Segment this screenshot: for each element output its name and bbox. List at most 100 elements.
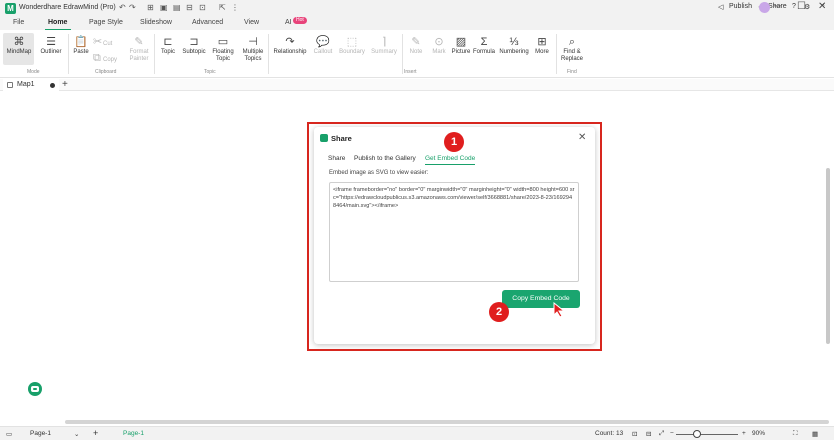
sigma-icon: Σ (480, 36, 488, 48)
publish-icon[interactable]: ◁ (718, 3, 723, 11)
add-page-button[interactable]: + (93, 428, 98, 438)
find-replace-button[interactable]: ⌕ Find & Replace (558, 36, 586, 63)
tab-home[interactable]: Home (48, 19, 67, 26)
numbering-icon: ⅓ (509, 36, 519, 48)
zoom-level[interactable]: 90% (752, 430, 765, 437)
tab-slideshow[interactable]: Slideshow (140, 19, 172, 26)
group-label-topic: Topic (204, 69, 216, 75)
print-icon[interactable]: ⊟ (186, 3, 193, 12)
open-file-icon[interactable]: ▣ (160, 3, 168, 12)
menu-tabs: File Home Page Style Slideshow Advanced … (0, 17, 834, 30)
mouse-cursor-icon (553, 302, 566, 318)
ribbon-divider (154, 34, 155, 74)
document-tabs: Map1 + (0, 79, 834, 91)
multiple-topics-icon: ⊣ (248, 36, 258, 48)
copy-button[interactable]: ⧉ Copy (93, 52, 123, 65)
topic-button[interactable]: ⊏ Topic (157, 36, 179, 56)
step-marker-2: 2 (489, 302, 509, 322)
app-logo: M (5, 3, 16, 14)
user-avatar[interactable] (759, 2, 770, 13)
fullscreen-icon[interactable]: ⤢ (659, 430, 664, 438)
zoom-slider-handle[interactable] (693, 430, 701, 438)
outliner-button[interactable]: ☰ Outliner (36, 36, 66, 56)
unsaved-dot-icon (50, 83, 55, 88)
step-marker-1: 1 (444, 132, 464, 152)
sidebar-toggle-icon[interactable]: ▦ (812, 430, 818, 438)
fit-page-icon[interactable]: ⊡ (632, 430, 637, 438)
more-quick-access-icon[interactable]: ⋮ (231, 3, 239, 12)
app-title: Wonderdhare EdrawMind (Pro) (19, 4, 116, 11)
group-label-clipboard: Clipboard (95, 69, 117, 75)
share-file-icon[interactable]: ⇱ (219, 3, 226, 12)
formula-button[interactable]: Σ Formula (472, 36, 496, 56)
minimize-icon[interactable]: ─ (774, 1, 781, 12)
callout-button[interactable]: 💬 Callout (311, 36, 335, 56)
numbering-button[interactable]: ⅓ Numbering (497, 36, 531, 56)
group-label-mode: Mode (27, 69, 40, 75)
panel-toggle-icon[interactable]: ▭ (6, 430, 12, 438)
document-icon (7, 82, 13, 88)
ai-assistant-float-icon[interactable] (28, 382, 42, 396)
topic-count: Count: 13 (595, 430, 624, 437)
tab-file[interactable]: File (13, 19, 24, 26)
paste-button[interactable]: 📋 Paste (71, 36, 91, 56)
note-button[interactable]: ✎ Note (405, 36, 427, 56)
boundary-icon: ⬚ (346, 36, 358, 48)
mark-icon: ⊙ (434, 36, 444, 48)
mark-button[interactable]: ⊙ Mark (428, 36, 450, 56)
title-bar: M Wonderdhare EdrawMind (Pro) ↶ ↷ ⊞ ▣ ▤ … (0, 0, 834, 17)
copy-icon: ⧉ (93, 52, 101, 64)
document-tab-label: Map1 (17, 81, 35, 88)
fit-width-icon[interactable]: ⊟ (646, 430, 651, 438)
zoom-slider[interactable] (676, 434, 738, 435)
export-icon[interactable]: ⊡ (199, 3, 206, 12)
redo-icon[interactable]: ↷ (129, 3, 136, 12)
vertical-scrollbar[interactable] (826, 168, 830, 344)
outliner-icon: ☰ (46, 36, 56, 48)
fit-screen-icon[interactable]: ⛶ (793, 430, 798, 438)
help-button[interactable]: ? (792, 3, 796, 10)
save-icon[interactable]: ▤ (173, 3, 181, 12)
subtopic-button[interactable]: ⊐ Subtopic (180, 36, 208, 56)
boundary-button[interactable]: ⬚ Boundary (337, 36, 367, 56)
maximize-icon[interactable]: ☐ (797, 1, 806, 12)
picture-icon: ▨ (455, 36, 467, 48)
page-select[interactable]: Page-1 (30, 430, 51, 437)
more-grid-icon: ⊞ (537, 36, 547, 48)
new-file-icon[interactable]: ⊞ (147, 3, 154, 12)
summary-button[interactable]: ⌉ Summary (369, 36, 399, 56)
undo-icon[interactable]: ↶ (119, 3, 126, 12)
tab-page-style[interactable]: Page Style (89, 19, 123, 26)
zoom-in-icon[interactable]: + (742, 430, 746, 437)
callout-icon: 💬 (316, 36, 330, 48)
active-page-tab[interactable]: Page-1 (123, 430, 144, 437)
format-painter-button[interactable]: ✎ Format Painter (125, 36, 153, 63)
floating-topic-icon: ▭ (217, 36, 229, 48)
close-window-icon[interactable]: ✕ (818, 1, 826, 12)
multiple-topics-button[interactable]: ⊣ Multiple Topics (239, 36, 267, 63)
group-label-find: Find (567, 69, 577, 75)
brush-icon: ✎ (134, 36, 144, 48)
cut-button[interactable]: ✂Cut (93, 36, 121, 49)
picture-button[interactable]: ▨ Picture (450, 36, 472, 56)
publish-button[interactable]: Publish (729, 3, 752, 10)
scissors-icon: ✂ (93, 36, 103, 48)
summary-icon: ⌉ (381, 36, 387, 48)
note-icon: ✎ (411, 36, 421, 48)
tab-ai[interactable]: AI (285, 19, 292, 26)
tab-view[interactable]: View (244, 19, 259, 26)
document-tab-map1[interactable]: Map1 (3, 79, 59, 91)
ribbon-divider (68, 34, 69, 74)
ribbon-divider (402, 34, 403, 74)
group-label-insert: Insert (404, 69, 417, 75)
relationship-button[interactable]: ↷ Relationship (271, 36, 309, 56)
add-tab-icon[interactable]: + (62, 79, 68, 90)
more-button[interactable]: ⊞ More (532, 36, 552, 56)
floating-topic-button[interactable]: ▭ Floating Topic (209, 36, 237, 63)
chevron-down-icon: ⌄ (74, 431, 80, 438)
horizontal-scrollbar[interactable] (65, 420, 829, 424)
ribbon-toolbar: ⌘ MindMap ☰ Outliner Mode 📋 Paste ✂Cut ⧉ Cop… (0, 30, 834, 78)
mindmap-button[interactable]: ⌘ MindMap (5, 36, 33, 56)
tab-advanced[interactable]: Advanced (192, 19, 223, 26)
zoom-out-icon[interactable]: − (670, 430, 674, 437)
